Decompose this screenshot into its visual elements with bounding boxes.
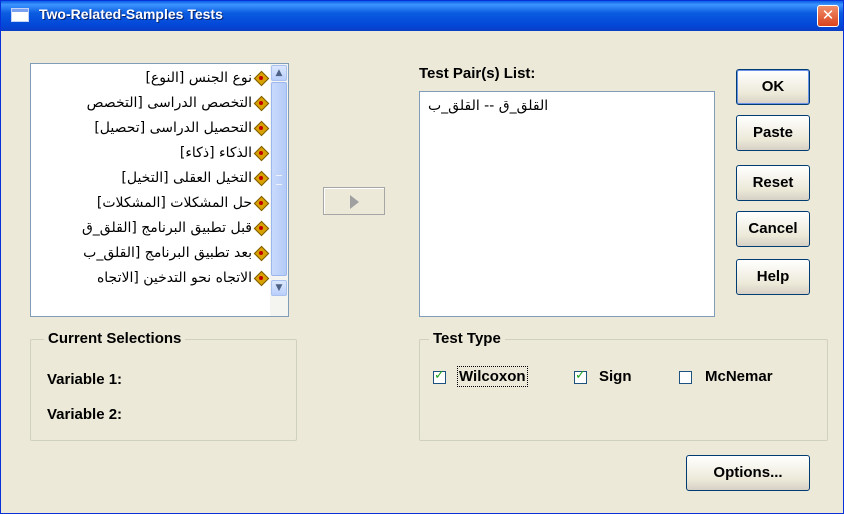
variable-icon: [254, 171, 268, 185]
variable-icon: [254, 246, 268, 260]
variable-list-item[interactable]: التحصيل الدراسى [تحصيل]: [94, 116, 268, 140]
scroll-up-icon[interactable]: ▲: [271, 65, 287, 81]
paste-button[interactable]: Paste: [736, 115, 810, 151]
scroll-thumb[interactable]: [271, 82, 287, 276]
ok-button[interactable]: OK: [736, 69, 810, 105]
variable-list-item[interactable]: نوع الجنس [النوع]: [145, 66, 268, 90]
cancel-button[interactable]: Cancel: [736, 211, 810, 247]
variable-list-item[interactable]: الاتجاه نحو التدخين [الاتجاه: [97, 266, 268, 290]
test-type-title: Test Type: [429, 330, 505, 347]
variable-icon: [254, 271, 268, 285]
variable-icon: [254, 121, 268, 135]
variable-icon: [254, 146, 268, 160]
variable-list-item[interactable]: قبل تطبيق البرنامج [القلق_ق: [82, 216, 268, 240]
variable-list-item[interactable]: حل المشكلات [المشكلات]: [97, 191, 268, 215]
variable-list-item[interactable]: التخيل العقلى [التخيل]: [121, 166, 268, 190]
current-selections-title: Current Selections: [44, 330, 186, 347]
variable-icon: [254, 196, 268, 210]
window-icon: [11, 8, 29, 22]
wilcoxon-checkbox[interactable]: [433, 368, 446, 384]
variable-list-item[interactable]: بعد تطبيق البرنامج [القلق_ب: [83, 241, 268, 265]
reset-button[interactable]: Reset: [736, 165, 810, 201]
dialog-window: Two-Related-Samples Tests ✕ نوع الجنس [ا…: [0, 0, 844, 514]
variable-icon: [254, 221, 268, 235]
variable-list-item[interactable]: الذكاء [ذكاء]: [180, 141, 268, 165]
variable-list-scrollbar[interactable]: ▲ ▼: [270, 64, 288, 316]
scroll-grip-icon: [276, 175, 282, 185]
test-type-group: [419, 339, 828, 441]
current-selections-group: [30, 339, 297, 441]
window-title: Two-Related-Samples Tests: [39, 6, 223, 22]
sign-checkbox[interactable]: [574, 368, 587, 384]
wilcoxon-label[interactable]: Wilcoxon: [457, 366, 528, 387]
test-pair-item[interactable]: القلق_ق -- القلق_ب: [428, 98, 548, 114]
variable-icon: [254, 71, 268, 85]
close-button[interactable]: ✕: [817, 5, 839, 27]
move-to-pairs-button[interactable]: [323, 187, 385, 215]
variable2-label: Variable 2:: [47, 406, 123, 423]
help-button[interactable]: Help: [736, 259, 810, 295]
scroll-down-icon[interactable]: ▼: [271, 280, 287, 296]
test-pairs-list[interactable]: القلق_ق -- القلق_ب: [419, 91, 715, 317]
variable-icon: [254, 96, 268, 110]
options-button[interactable]: Options...: [686, 455, 810, 491]
title-bar[interactable]: Two-Related-Samples Tests ✕: [1, 1, 843, 31]
variable-list-item[interactable]: التخصص الدراسى [التخصص: [87, 91, 268, 115]
mcnemar-label[interactable]: McNemar: [705, 368, 773, 385]
test-pairs-label: Test Pair(s) List:: [419, 65, 536, 82]
variable1-label: Variable 1:: [47, 371, 123, 388]
mcnemar-checkbox[interactable]: [679, 371, 692, 384]
sign-label[interactable]: Sign: [599, 368, 632, 385]
source-variable-list[interactable]: نوع الجنس [النوع] التخصص الدراسى [التخصص…: [30, 63, 289, 317]
